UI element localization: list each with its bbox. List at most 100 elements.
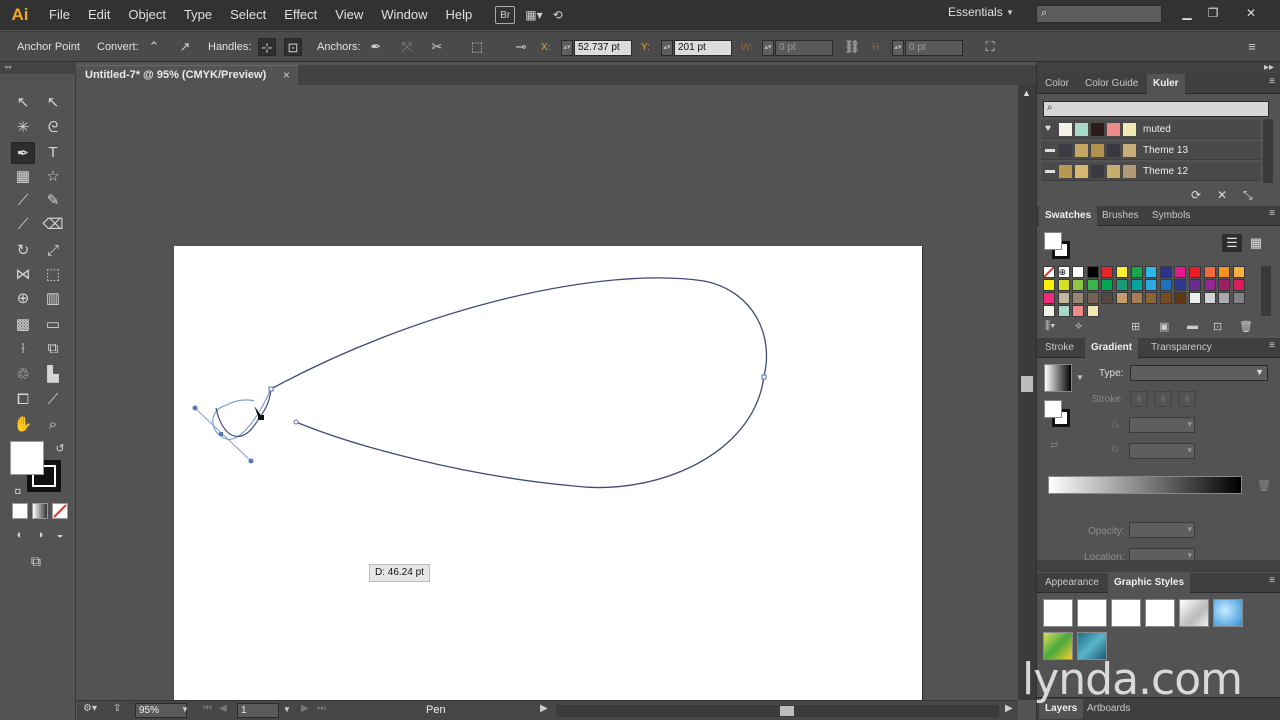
- graphic-style-chrome[interactable]: [1179, 599, 1209, 627]
- reference-point-icon[interactable]: ⊸: [512, 38, 530, 56]
- hide-handles-icon[interactable]: ⊡: [284, 38, 302, 56]
- artboard[interactable]: D: 46.24 pt: [174, 246, 922, 700]
- aspect-ratio-field[interactable]: [1129, 443, 1195, 459]
- restore-icon[interactable]: ❐: [1202, 3, 1224, 23]
- color-swatch[interactable]: [1043, 266, 1055, 278]
- w-stepper[interactable]: ▴▾: [762, 40, 774, 56]
- help-search-input[interactable]: ⌕: [1036, 5, 1162, 23]
- free-transform-tool-icon[interactable]: ⬚: [41, 264, 65, 286]
- color-swatch[interactable]: [1203, 266, 1216, 278]
- color-swatch[interactable]: [1057, 292, 1070, 304]
- isolate-object-icon[interactable]: ⛶: [981, 38, 999, 56]
- stroke-within-icon[interactable]: ⫴: [1130, 391, 1148, 407]
- draw-inside-icon[interactable]: ◒: [48, 524, 72, 546]
- zoom-dropdown-icon[interactable]: ▼: [181, 705, 189, 714]
- menu-object[interactable]: Object: [119, 0, 175, 30]
- gradient-preview[interactable]: [1044, 364, 1072, 392]
- artboard-dropdown-icon[interactable]: ▼: [283, 705, 291, 714]
- direct-selection-tool-icon[interactable]: ↖: [41, 92, 65, 114]
- chevron-down-icon[interactable]: ▼: [1006, 8, 1014, 17]
- color-swatch[interactable]: [1101, 279, 1114, 291]
- gradient-fill-indicator[interactable]: [1044, 400, 1062, 418]
- menu-file[interactable]: File: [40, 0, 79, 30]
- new-color-group-icon[interactable]: ▣: [1159, 320, 1169, 333]
- horizontal-scrollbar[interactable]: [556, 705, 999, 717]
- kuler-theme-row[interactable]: ▬ Theme 13: [1041, 141, 1261, 160]
- new-swatch-icon[interactable]: ⊡: [1213, 320, 1222, 333]
- color-swatch[interactable]: [1145, 279, 1158, 291]
- lasso-tool-icon[interactable]: ᘓ: [41, 117, 65, 139]
- panel-grip[interactable]: [1037, 560, 1280, 572]
- color-swatch[interactable]: [1130, 279, 1143, 291]
- previous-artboard-icon[interactable]: ◀: [219, 703, 227, 714]
- color-swatch[interactable]: [1116, 279, 1128, 291]
- gpu-performance-icon[interactable]: ⟲: [553, 4, 563, 26]
- color-swatch[interactable]: [1043, 305, 1055, 317]
- opacity-field[interactable]: [1129, 522, 1195, 538]
- scale-tool-icon[interactable]: ⤢: [41, 240, 65, 262]
- color-swatch[interactable]: [1159, 292, 1172, 304]
- color-swatch[interactable]: [1043, 292, 1055, 304]
- swatch-scrollbar[interactable]: [1261, 266, 1271, 316]
- color-swatch[interactable]: [1218, 279, 1231, 291]
- color-swatch[interactable]: [1101, 292, 1114, 304]
- rotate-tool-icon[interactable]: ↻: [11, 240, 35, 262]
- color-swatch[interactable]: [1174, 266, 1187, 278]
- color-swatch[interactable]: [1232, 292, 1245, 304]
- shape-builder-tool-icon[interactable]: ⊕: [11, 288, 35, 310]
- convert-to-corner-icon[interactable]: ⌃: [145, 38, 163, 56]
- color-swatch[interactable]: [1159, 279, 1172, 291]
- tab-color-guide[interactable]: Color Guide: [1079, 74, 1144, 94]
- first-artboard-icon[interactable]: ⏮: [203, 703, 212, 714]
- chevron-down-icon[interactable]: ▼: [1076, 373, 1084, 382]
- color-swatch[interactable]: [1232, 266, 1245, 278]
- panel-menu-icon[interactable]: ≡: [1269, 575, 1275, 586]
- convert-to-smooth-icon[interactable]: ↗: [176, 38, 194, 56]
- refresh-icon[interactable]: ⟳: [1191, 188, 1201, 202]
- path-drawing[interactable]: [174, 246, 922, 700]
- graphic-style-outline[interactable]: [1145, 599, 1175, 627]
- color-swatch[interactable]: [1072, 305, 1085, 317]
- color-swatch[interactable]: [1072, 279, 1085, 291]
- last-artboard-icon[interactable]: ⏭: [317, 703, 326, 714]
- color-mode-button[interactable]: [12, 503, 28, 519]
- color-swatch[interactable]: [1057, 279, 1070, 291]
- color-swatch[interactable]: [1086, 279, 1099, 291]
- star-tool-icon[interactable]: ☆: [41, 166, 65, 188]
- menu-select[interactable]: Select: [221, 0, 275, 30]
- zoom-field[interactable]: 95%: [135, 703, 187, 718]
- tab-color[interactable]: Color: [1039, 74, 1075, 94]
- menu-effect[interactable]: Effect: [275, 0, 326, 30]
- graphic-style-white[interactable]: [1111, 599, 1141, 627]
- arrange-documents-icon[interactable]: ▦▾: [525, 4, 542, 26]
- control-panel-menu-icon[interactable]: ≡: [1243, 38, 1261, 56]
- color-swatch[interactable]: [1072, 266, 1085, 278]
- type-tool-icon[interactable]: T: [41, 142, 65, 164]
- panel-grip[interactable]: ◂◂: [0, 62, 76, 74]
- graphic-style-no-fill[interactable]: [1077, 599, 1107, 627]
- cut-path-icon[interactable]: ✂: [428, 38, 446, 56]
- blend-tool-icon[interactable]: ⧉: [41, 338, 65, 360]
- scroll-up-icon[interactable]: ▲: [1022, 88, 1031, 98]
- kuler-theme-row[interactable]: ▬ Theme 12: [1041, 162, 1261, 181]
- w-field[interactable]: 0 pt: [775, 40, 833, 56]
- slice-tool-icon[interactable]: ⟋: [41, 389, 65, 411]
- color-swatch[interactable]: [1189, 279, 1201, 291]
- swatch-libraries-icon[interactable]: ⫼▾: [1045, 320, 1055, 333]
- tab-brushes[interactable]: Brushes: [1096, 206, 1145, 226]
- menu-type[interactable]: Type: [175, 0, 221, 30]
- remove-anchor-icon[interactable]: ✒: [367, 38, 385, 56]
- color-swatch[interactable]: [1203, 292, 1216, 304]
- angle-field[interactable]: [1129, 417, 1195, 433]
- scroll-right-icon[interactable]: ▶: [1005, 703, 1013, 714]
- color-swatch[interactable]: [1203, 279, 1216, 291]
- swatch-options-icon[interactable]: ⊞: [1131, 320, 1140, 333]
- mesh-tool-icon[interactable]: ▩: [11, 314, 35, 336]
- color-swatch[interactable]: [1130, 266, 1143, 278]
- tab-gradient[interactable]: Gradient: [1085, 338, 1139, 358]
- color-swatch[interactable]: [1189, 292, 1201, 304]
- swatch-kind-icon[interactable]: ⟡: [1075, 320, 1082, 333]
- connect-endpoints-icon[interactable]: ⤧: [398, 38, 416, 56]
- color-swatch[interactable]: [1086, 266, 1099, 278]
- share-icon[interactable]: ⇪: [113, 703, 121, 714]
